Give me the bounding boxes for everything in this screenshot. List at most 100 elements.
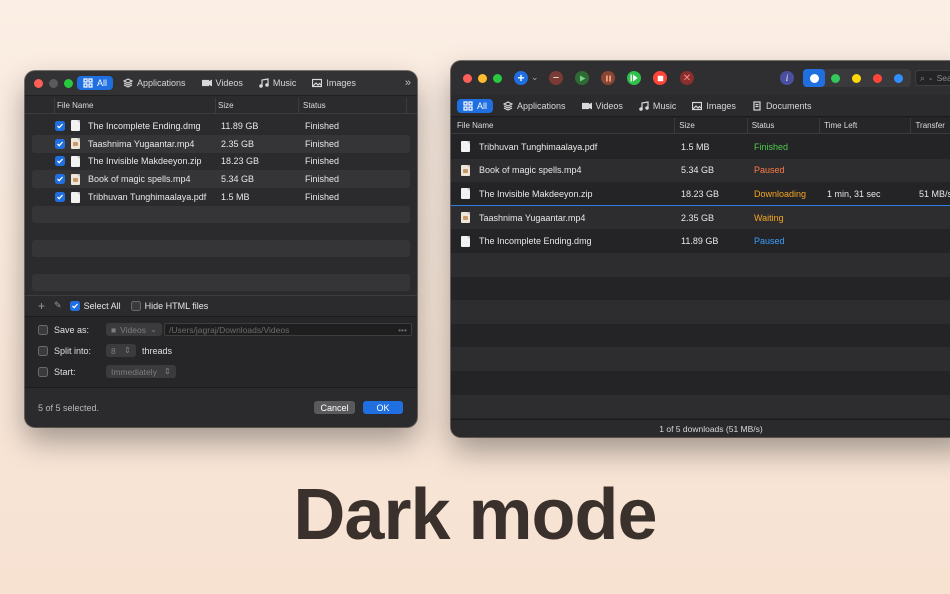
split-row: Split into: 8 ⇕ threads (38, 344, 172, 357)
threads-stepper[interactable]: 8 ⇕ (106, 344, 136, 357)
file-status: Finished (305, 174, 340, 185)
pause-button[interactable] (601, 71, 615, 85)
cancel-download-button[interactable]: ✕ (680, 71, 694, 85)
close-window-button[interactable] (34, 79, 43, 88)
tab-all[interactable]: All (77, 76, 114, 90)
row-checkbox[interactable] (55, 192, 65, 203)
file-name: Taashnima Yugaantar.mp4 (88, 138, 195, 149)
save-path-field[interactable]: /Users/jagraj/Downloads/Videos ••• (164, 323, 412, 336)
column-file-name[interactable]: File Name (451, 118, 676, 133)
start-popup[interactable]: Immediately ⇕ (106, 365, 176, 378)
filter-red[interactable] (867, 73, 888, 83)
document-icon (461, 141, 470, 153)
video-file-icon (71, 138, 80, 150)
filter-all-colors[interactable] (803, 69, 825, 87)
file-name: Taashnima Yugaantar.mp4 (479, 212, 586, 223)
more-chevron-icon[interactable]: » (405, 77, 411, 89)
row-checkbox[interactable] (55, 156, 65, 167)
list-item[interactable]: The Invisible Makdeeyon.zip 18.23 GB Fin… (32, 153, 410, 171)
close-window-button[interactable] (463, 74, 472, 83)
file-name: Book of magic spells.mp4 (479, 165, 582, 176)
dialog-file-list: The Incomplete Ending.dmg 11.89 GB Finis… (32, 117, 410, 291)
column-status[interactable]: Status (748, 118, 821, 133)
play-all-icon (630, 74, 638, 82)
column-size[interactable]: Size (216, 98, 299, 113)
table-row[interactable]: The Incomplete Ending.dmg 11.89 GB Paused (451, 229, 950, 253)
add-download-button[interactable]: + (514, 71, 528, 85)
tab-videos[interactable]: Videos (196, 76, 249, 90)
tab-label: Music (272, 78, 297, 88)
minimize-window-button[interactable] (478, 74, 487, 83)
x-icon: ✕ (682, 72, 692, 84)
stop-all-button[interactable] (653, 71, 667, 85)
file-name: The Invisible Makdeeyon.zip (88, 156, 202, 167)
download-options: Save as: ■ Videos ⌄ /Users/jagraj/Downlo… (25, 316, 417, 388)
empty-row (451, 394, 950, 419)
file-name: The Incomplete Ending.dmg (88, 120, 201, 131)
chevron-down-icon[interactable]: ⌄ (531, 72, 539, 83)
save-as-checkbox[interactable] (38, 324, 48, 335)
zoom-window-button[interactable] (493, 74, 502, 83)
document-icon (71, 191, 80, 203)
column-status[interactable]: Status (299, 98, 407, 113)
tab-label: All (97, 78, 108, 88)
tab-music[interactable]: Music (633, 99, 683, 113)
hide-html-checkbox[interactable] (130, 300, 141, 311)
start-checkbox[interactable] (38, 366, 48, 377)
pencil-icon[interactable]: ✎ (54, 300, 62, 311)
list-item[interactable]: Book of magic spells.mp4 5.34 GB Finishe… (32, 170, 410, 189)
list-item[interactable]: Tribhuvan Tunghimaalaya.pdf 1.5 MB Finis… (32, 188, 410, 206)
resume-button[interactable] (575, 71, 589, 85)
row-checkbox[interactable] (55, 174, 65, 185)
table-row[interactable]: Taashnima Yugaantar.mp4 2.35 GB Waiting (451, 205, 950, 230)
row-checkbox[interactable] (55, 120, 65, 131)
column-file-name[interactable]: File Name (55, 98, 216, 113)
save-as-row: Save as: ■ Videos ⌄ /Users/jagraj/Downlo… (38, 323, 412, 336)
tab-label: All (477, 101, 488, 111)
file-name: Tribhuvan Tunghimaalaya.pdf (479, 141, 598, 152)
info-button[interactable]: i (780, 71, 794, 85)
empty-row (32, 273, 410, 291)
document-icon (71, 120, 80, 132)
search-field[interactable]: ⌕ ⌄ Search (915, 70, 950, 86)
tab-applications[interactable]: Applications (497, 99, 572, 113)
tab-label: Videos (595, 101, 623, 111)
tab-videos[interactable]: Videos (576, 99, 629, 113)
image-icon (312, 78, 323, 88)
list-item[interactable]: The Incomplete Ending.dmg 11.89 GB Finis… (32, 117, 410, 135)
column-time-left[interactable]: Time Left (820, 118, 912, 133)
ellipsis-icon[interactable]: ••• (398, 325, 407, 335)
filter-blue[interactable] (888, 73, 909, 83)
file-size: 18.23 GB (221, 156, 260, 167)
tab-all[interactable]: All (457, 99, 494, 113)
filter-yellow[interactable] (846, 73, 867, 83)
documents-icon (753, 101, 761, 111)
split-checkbox[interactable] (38, 345, 48, 356)
zoom-window-button[interactable] (64, 79, 73, 88)
cancel-button[interactable]: Cancel (314, 401, 355, 414)
tab-applications[interactable]: Applications (117, 76, 192, 90)
column-transfer[interactable]: Transfer (911, 118, 950, 133)
tab-images[interactable]: Images (306, 76, 362, 90)
resume-all-button[interactable] (627, 71, 641, 85)
tab-documents[interactable]: Documents (746, 99, 818, 113)
table-row[interactable]: The Invisible Makdeeyon.zip 18.23 GB Downl… (451, 182, 950, 206)
table-row[interactable]: Book of magic spells.mp4 5.34 GB Paused (451, 158, 950, 183)
filter-green[interactable] (825, 73, 846, 83)
remove-button[interactable]: − (549, 71, 563, 85)
select-all-checkbox[interactable] (69, 300, 80, 311)
minimize-window-button[interactable] (49, 79, 58, 88)
ok-button[interactable]: OK (363, 401, 403, 414)
row-checkbox[interactable] (55, 138, 65, 149)
file-size: 18.23 GB (681, 188, 720, 199)
save-as-popup[interactable]: ■ Videos ⌄ (106, 323, 162, 336)
add-icon[interactable]: + (38, 299, 45, 313)
list-item[interactable]: Taashnima Yugaantar.mp4 2.35 GB Finished (32, 134, 410, 153)
tab-images[interactable]: Images (686, 99, 742, 113)
tab-music[interactable]: Music (253, 76, 303, 90)
table-row[interactable]: Tribhuvan Tunghimaalaya.pdf 1.5 MB Finishe… (451, 135, 950, 159)
column-size[interactable]: Size (675, 118, 748, 133)
select-all-label: Select All (83, 300, 121, 311)
status-bar-text: 1 of 5 downloads (51 MB/s) (659, 423, 763, 434)
downloads-table-header: File Name Size Status Time Left Transfer (451, 118, 950, 134)
